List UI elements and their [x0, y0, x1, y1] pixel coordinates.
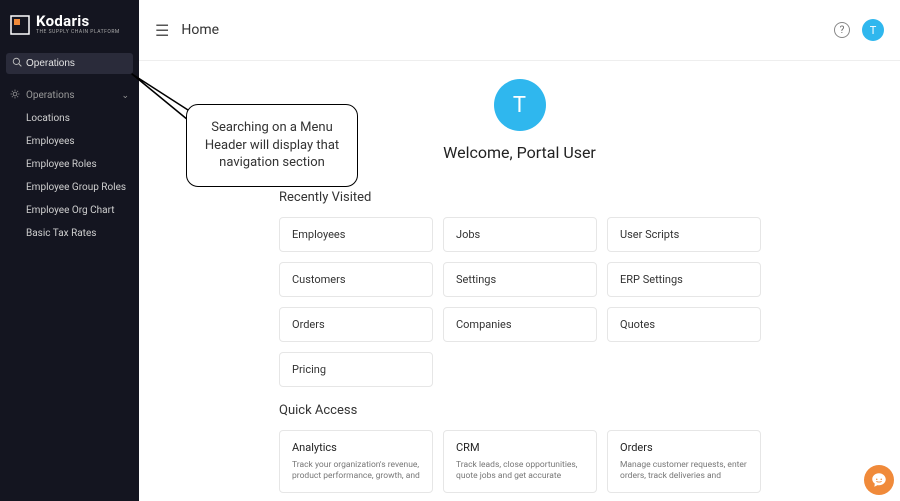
nav-header-operations[interactable]: Operations ⌄ [0, 84, 139, 107]
page-title: Home [181, 22, 219, 38]
main: ☰ Home ? T T Welcome, Portal User Recent… [139, 0, 900, 501]
nav-header-label: Operations [26, 90, 75, 101]
sidebar: Kodaris THE SUPPLY CHAIN PLATFORM ✕ Oper… [0, 0, 139, 501]
brand-mark-icon [10, 15, 30, 35]
brand-logo[interactable]: Kodaris THE SUPPLY CHAIN PLATFORM [0, 0, 139, 49]
chevron-down-icon: ⌄ [121, 91, 129, 101]
search-icon [12, 57, 22, 70]
recent-card[interactable]: Orders [279, 307, 433, 342]
chat-icon [870, 471, 888, 489]
recently-visited-section: Recently Visited Employees Jobs User Scr… [239, 190, 900, 387]
annotation-text: Searching on a Menu Header will display … [205, 120, 339, 170]
brand-tagline: THE SUPPLY CHAIN PLATFORM [36, 29, 120, 35]
quick-card-orders[interactable]: Orders Manage customer requests, enter o… [607, 430, 761, 493]
quick-access-title: Quick Access [279, 403, 860, 418]
recent-card[interactable]: Quotes [607, 307, 761, 342]
nav-item-employees[interactable]: Employees [0, 130, 139, 153]
brand-name: Kodaris [36, 14, 120, 29]
recent-card[interactable]: User Scripts [607, 217, 761, 252]
recent-card[interactable]: Settings [443, 262, 597, 297]
quick-card-title: CRM [456, 441, 584, 454]
nav-section-operations: Operations ⌄ Locations Employees Employe… [0, 78, 139, 251]
recent-card[interactable]: Pricing [279, 352, 433, 387]
nav-item-employee-org-chart[interactable]: Employee Org Chart [0, 199, 139, 222]
topbar: ☰ Home ? T [139, 0, 900, 61]
annotation-callout: Searching on a Menu Header will display … [186, 104, 358, 187]
quick-card-title: Orders [620, 441, 748, 454]
nav-item-basic-tax-rates[interactable]: Basic Tax Rates [0, 222, 139, 245]
recent-card[interactable]: Companies [443, 307, 597, 342]
welcome-text: Welcome, Portal User [443, 143, 596, 162]
menu-toggle-icon[interactable]: ☰ [155, 21, 169, 40]
quick-card-crm[interactable]: CRM Track leads, close opportunities, qu… [443, 430, 597, 493]
recent-card[interactable]: ERP Settings [607, 262, 761, 297]
nav-item-locations[interactable]: Locations [0, 107, 139, 130]
recent-card[interactable]: Customers [279, 262, 433, 297]
quick-card-analytics[interactable]: Analytics Track your organization's reve… [279, 430, 433, 493]
recent-card[interactable]: Employees [279, 217, 433, 252]
recent-card[interactable]: Jobs [443, 217, 597, 252]
user-avatar[interactable]: T [862, 19, 884, 41]
welcome-avatar: T [494, 79, 546, 131]
quick-card-desc: Manage customer requests, enter orders, … [620, 460, 748, 482]
quick-card-title: Analytics [292, 441, 420, 454]
chat-launcher[interactable] [864, 465, 894, 495]
gear-icon [10, 89, 20, 102]
nav-item-employee-roles[interactable]: Employee Roles [0, 153, 139, 176]
callout-pointer-icon [130, 72, 190, 122]
sidebar-search[interactable]: ✕ [6, 53, 133, 74]
topbar-right: ? T [834, 19, 884, 41]
quick-card-desc: Track leads, close opportunities, quote … [456, 460, 584, 482]
quick-card-desc: Track your organization's revenue, produ… [292, 460, 420, 482]
quick-access-grid: Analytics Track your organization's reve… [279, 430, 860, 493]
recently-visited-grid: Employees Jobs User Scripts Customers Se… [279, 217, 860, 387]
help-icon[interactable]: ? [834, 22, 850, 38]
brand-text-wrap: Kodaris THE SUPPLY CHAIN PLATFORM [36, 14, 120, 35]
nav-item-employee-group-roles[interactable]: Employee Group Roles [0, 176, 139, 199]
quick-access-section: Quick Access Analytics Track your organi… [239, 403, 900, 493]
recently-visited-title: Recently Visited [279, 190, 860, 205]
